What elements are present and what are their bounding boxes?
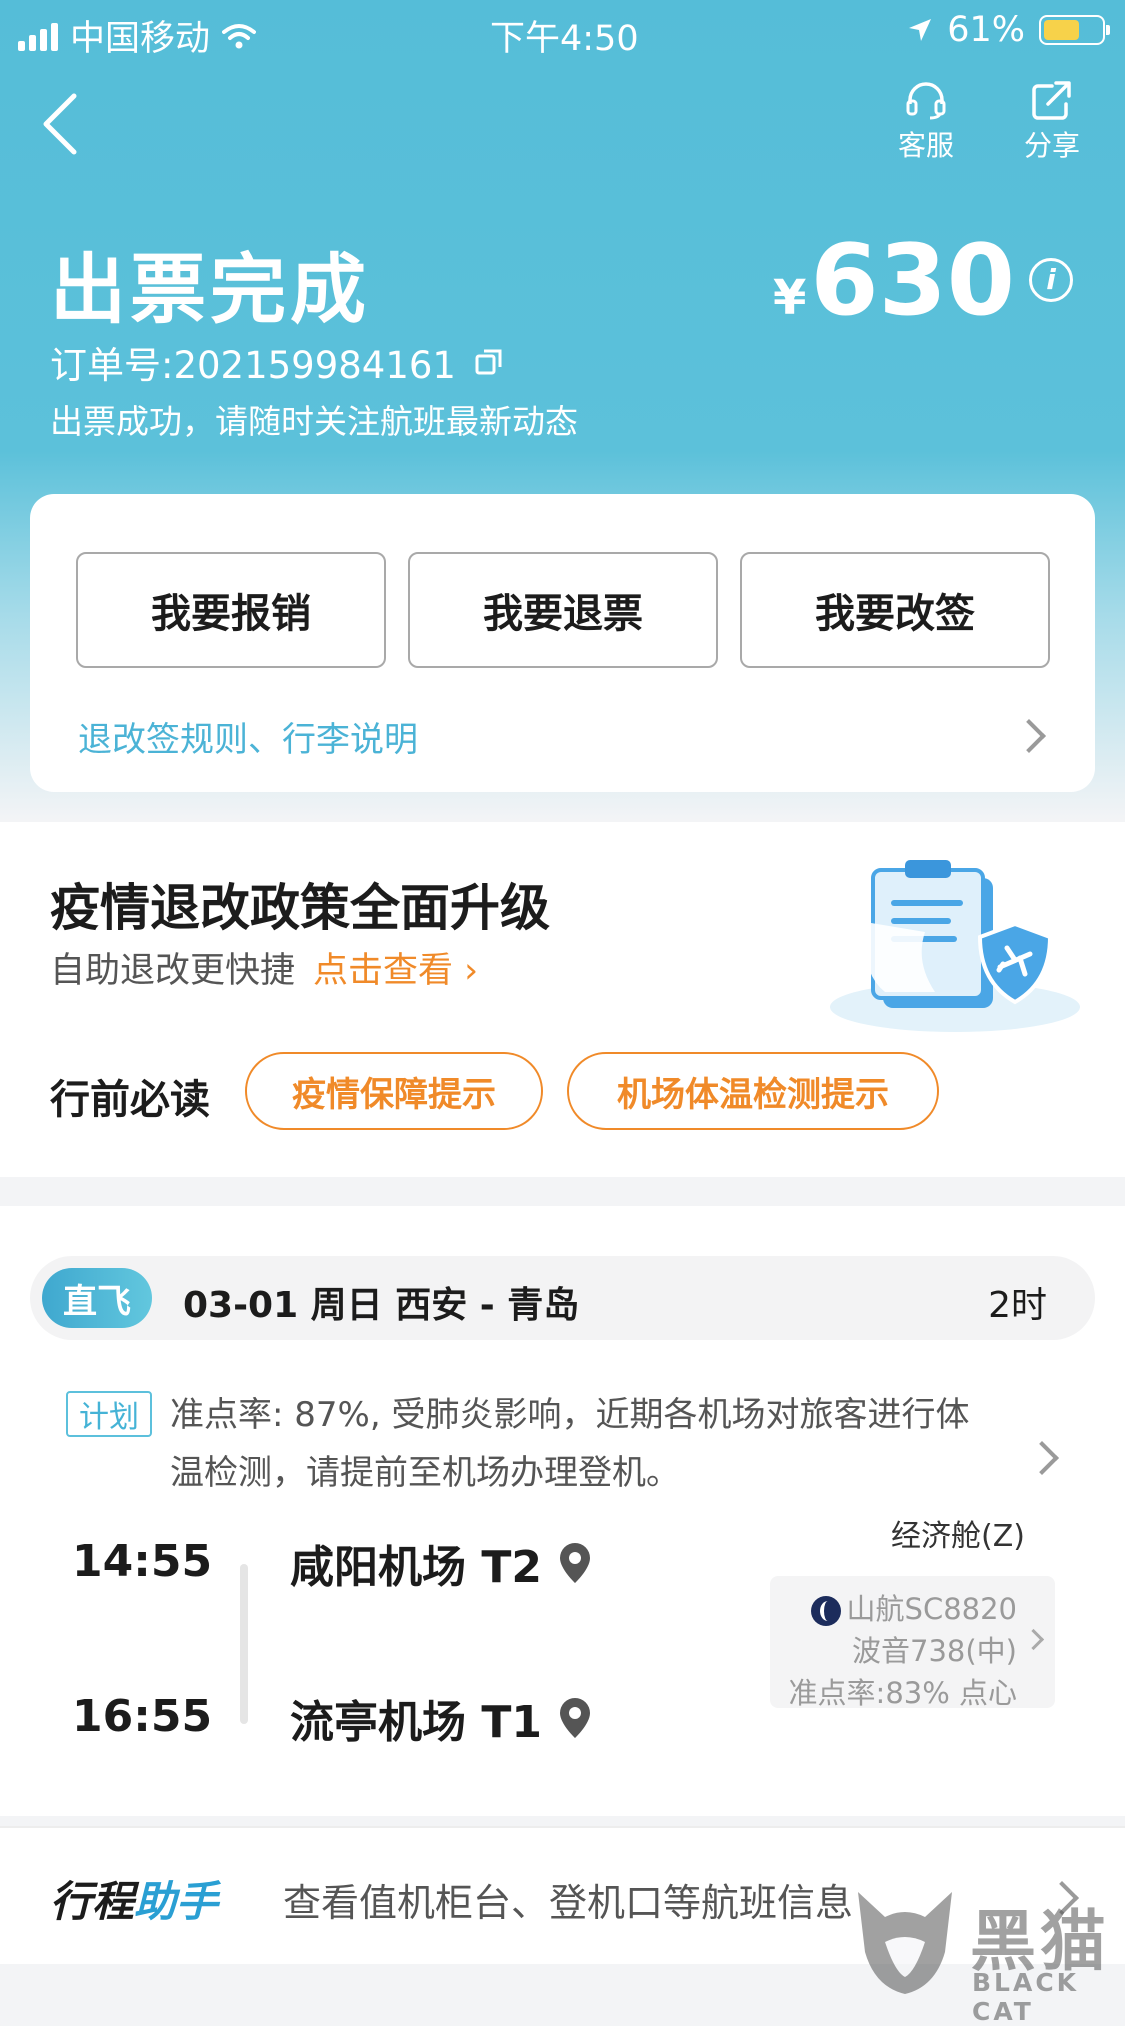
battery-icon xyxy=(1039,15,1110,45)
watermark-en: BLACK CAT xyxy=(972,1968,1080,2026)
airline-logo-icon xyxy=(810,1596,841,1626)
signal-icon xyxy=(18,21,58,51)
arrival-time: 16:55 xyxy=(72,1691,213,1742)
aircraft-type: 波音738(中) xyxy=(852,1634,1017,1668)
carrier-name: 中国移动 xyxy=(70,19,211,59)
total-price: ¥ 630 xyxy=(773,232,1015,330)
arrival-airport-name: 流亭机场 T1 xyxy=(290,1697,542,1748)
currency-symbol: ¥ xyxy=(773,270,807,326)
logo-part2: 助手 xyxy=(134,1877,219,1926)
order-number: 订单号:202159984161 xyxy=(50,344,456,387)
price-amount: 630 xyxy=(810,224,1015,338)
temperature-check-tip-button[interactable]: 机场体温检测提示 xyxy=(567,1052,939,1130)
flight-details-box[interactable]: 山航SC8820 波音738(中) 准点率:83% 点心 xyxy=(770,1576,1055,1710)
arrival-airport: 流亭机场 T1 xyxy=(290,1686,592,1750)
must-read-label: 行前必读 xyxy=(50,1077,210,1123)
policy-subtitle: 自助退改更快捷 xyxy=(50,951,296,991)
location-arrow-icon xyxy=(909,19,932,41)
service-label: 客服 xyxy=(897,129,954,162)
flight-info-section: 直飞 03-01 周日 西安 - 青岛 2时 计划 准点率: 87%, 受肺炎影… xyxy=(0,1206,1125,1816)
flight-punctuality: 准点率:83% 点心 xyxy=(788,1676,1017,1710)
trip-assistant-text: 查看值机柜台、登机口等航班信息 xyxy=(283,1881,854,1925)
policy-subtitle-row: 自助退改更快捷 点击查看 › xyxy=(50,942,478,993)
wifi-icon xyxy=(222,23,257,48)
chevron-right-icon[interactable] xyxy=(1012,719,1046,753)
share-icon xyxy=(1032,81,1071,120)
cabin-class: 经济舱(Z) xyxy=(891,1519,1025,1554)
reimburse-button[interactable]: 我要报销 xyxy=(76,552,386,668)
timeline-divider xyxy=(240,1564,248,1724)
headset-icon xyxy=(906,82,946,120)
clock: 下午4:50 xyxy=(490,19,639,59)
refund-button[interactable]: 我要退票 xyxy=(408,552,718,668)
back-button[interactable] xyxy=(40,92,90,162)
direct-flight-tag: 直飞 xyxy=(42,1268,152,1328)
departure-airport: 咸阳机场 T2 xyxy=(290,1531,592,1595)
flight-summary-bar: 直飞 03-01 周日 西安 - 青岛 2时 xyxy=(30,1256,1095,1340)
battery-percent: 61% xyxy=(947,10,1025,50)
customer-service-button[interactable]: 客服 xyxy=(881,80,971,164)
view-policy-link[interactable]: 点击查看 › xyxy=(313,942,478,993)
cat-logo-icon xyxy=(858,1892,952,1994)
status-bar: 中国移动 下午4:50 61% xyxy=(0,0,1125,60)
departure-time: 14:55 xyxy=(72,1536,213,1587)
plan-tag: 计划 xyxy=(66,1391,152,1437)
copy-icon[interactable] xyxy=(474,347,504,377)
order-number-row: 订单号:202159984161 xyxy=(50,335,504,389)
ticket-status-message: 出票成功，请随时关注航班最新动态 xyxy=(50,402,578,441)
chevron-right-icon[interactable] xyxy=(1025,1441,1059,1475)
departure-airport-name: 咸阳机场 T2 xyxy=(290,1542,542,1593)
flight-route: 03-01 周日 西安 - 青岛 xyxy=(183,1285,580,1326)
rules-baggage-link[interactable]: 退改签规则、行李说明 xyxy=(78,712,418,761)
page-title: 出票完成 xyxy=(50,245,370,334)
share-label: 分享 xyxy=(1023,129,1080,162)
epidemic-protection-tip-button[interactable]: 疫情保障提示 xyxy=(245,1052,543,1130)
document-shield-illustration xyxy=(830,860,1080,1032)
price-info-icon[interactable]: i xyxy=(1029,258,1073,302)
chevron-right-icon xyxy=(1022,1628,1045,1651)
epidemic-policy-section: 疫情退改政策全面升级 自助退改更快捷 点击查看 › 行前必读 疫情保障提示 机场… xyxy=(0,822,1125,1177)
map-pin-icon[interactable] xyxy=(558,1696,592,1740)
flight-duration: 2时 xyxy=(988,1285,1047,1326)
chevron-left-icon xyxy=(43,93,77,155)
punctuality-notice[interactable]: 准点率: 87%, 受肺炎影响，近期各机场对旅客进行体温检测，请提前至机场办理登… xyxy=(170,1386,1000,1502)
black-cat-watermark: 黑猫 BLACK CAT xyxy=(850,1880,1125,2026)
policy-title: 疫情退改政策全面升级 xyxy=(50,879,550,937)
map-pin-icon[interactable] xyxy=(558,1541,592,1585)
ticket-actions-card: 我要报销 我要退票 我要改签 退改签规则、行李说明 xyxy=(30,494,1095,792)
trip-assistant-logo: 行程助手 xyxy=(50,1868,218,1929)
share-button[interactable]: 分享 xyxy=(1007,80,1097,164)
flight-number: 山航SC8820 xyxy=(846,1592,1017,1626)
logo-part1: 行程 xyxy=(50,1877,135,1926)
change-ticket-button[interactable]: 我要改签 xyxy=(740,552,1050,668)
